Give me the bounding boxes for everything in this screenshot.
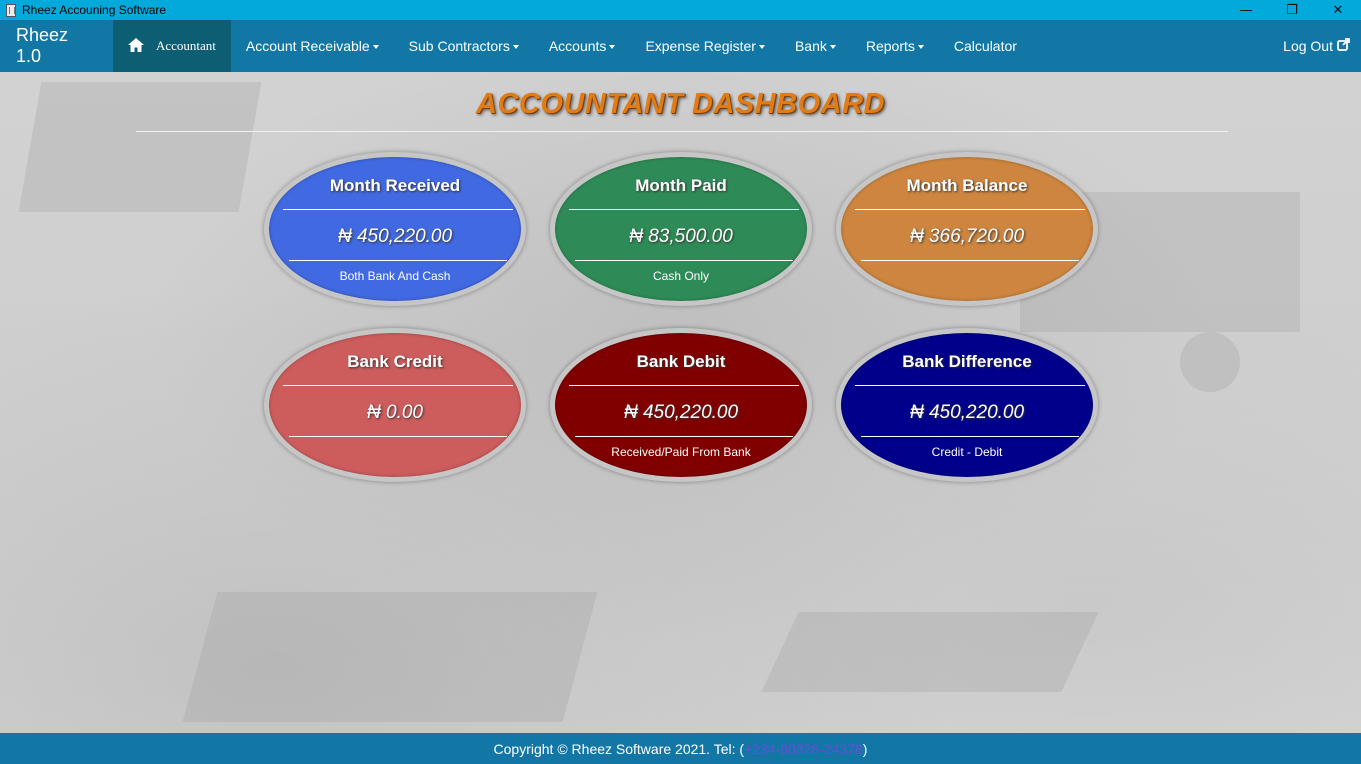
nav-accounts[interactable]: Accounts [534,20,631,72]
caret-down-icon [512,45,519,49]
card-divider [283,385,513,386]
nav-label: Sub Contractors [408,38,510,54]
card-value: ₦ 450,220.00 [909,402,1025,423]
nav-calculator[interactable]: Calculator [939,20,1032,72]
nav-expense-register[interactable]: Expense Register [630,20,780,72]
card-bank-difference[interactable]: Bank Difference ₦ 450,220.00 Credit - De… [836,328,1098,482]
footer-copyright: Copyright © Rheez Software 2021. Tel: ( [493,740,745,757]
card-value: ₦ 0.00 [367,402,423,423]
nav-label: Reports [865,38,915,54]
nav-home-accountant[interactable]: Accountant [113,20,231,72]
close-button[interactable]: ✕ [1315,0,1361,20]
card-title: Month Paid [635,176,727,195]
window-title: Rheez Accouning Software [22,3,167,17]
nav-label: Account Receivable [245,38,370,54]
card-value: ₦ 83,500.00 [629,226,733,247]
window-titlebar: Rheez Accouning Software — ❐ ✕ [0,0,1361,20]
footer: Copyright © Rheez Software 2021. Tel: (+… [0,733,1361,764]
card-divider [569,209,799,210]
card-value: ₦ 450,220.00 [623,402,739,423]
card-month-paid[interactable]: Month Paid ₦ 83,500.00 Cash Only [550,152,812,306]
card-divider [289,436,507,437]
card-title: Bank Credit [347,352,443,371]
nav-sub-contractors[interactable]: Sub Contractors [394,20,534,72]
card-divider [855,209,1085,210]
card-divider [855,385,1085,386]
card-divider [283,209,513,210]
home-icon [128,37,144,55]
caret-down-icon [829,45,836,49]
nav-bank[interactable]: Bank [780,20,851,72]
nav-account-receivable[interactable]: Account Receivable [231,20,394,72]
card-subtitle: Both Bank And Cash [339,269,451,283]
window-controls: — ❐ ✕ [1223,0,1361,20]
card-bank-credit[interactable]: Bank Credit ₦ 0.00 [264,328,526,482]
card-bank-debit[interactable]: Bank Debit ₦ 450,220.00 Received/Paid Fr… [550,328,812,482]
card-divider [575,436,793,437]
card-month-balance[interactable]: Month Balance ₦ 366,720.00 [836,152,1098,306]
app-icon [6,3,16,17]
card-value: ₦ 366,720.00 [909,226,1025,247]
caret-down-icon [917,45,924,49]
logout-label: Log Out [1283,38,1333,54]
nav-label: Accounts [548,38,607,54]
card-title: Month Received [329,176,461,195]
nav-label: Calculator [953,38,1017,54]
card-subtitle: Cash Only [652,269,710,283]
card-subtitle: Credit - Debit [931,445,1003,459]
minimize-button[interactable]: — [1223,0,1269,20]
card-divider [861,436,1079,437]
footer-suffix: ) [862,740,868,757]
logout-button[interactable]: Log Out [1268,20,1361,72]
card-subtitle: Received/Paid From Bank [611,445,751,459]
main-navbar: Rheez 1.0 Accountant Account Receivable … [0,20,1361,72]
card-title: Bank Difference [902,352,1032,371]
title-divider [136,131,1228,132]
card-divider [861,260,1079,261]
caret-down-icon [609,45,616,49]
caret-down-icon [372,45,379,49]
nav-label: Bank [794,38,827,54]
footer-phone-link[interactable]: +234-80328-24378 [744,741,863,757]
card-value: ₦ 450,220.00 [337,226,453,247]
restore-button[interactable]: ❐ [1269,0,1315,20]
card-divider [569,385,799,386]
caret-down-icon [758,45,765,49]
card-divider [575,260,793,261]
card-month-received[interactable]: Month Received ₦ 450,220.00 Both Bank An… [264,152,526,306]
nav-reports[interactable]: Reports [851,20,939,72]
card-title: Month Balance [906,176,1028,195]
nav-label: Expense Register [645,38,756,54]
card-divider [289,260,507,261]
brand-link[interactable]: Rheez 1.0 [0,20,113,72]
nav-home-label: Accountant [156,38,216,53]
external-link-icon [1337,38,1350,54]
dashboard-title: ACCOUNTANT DASHBOARD [476,88,885,120]
card-title: Bank Debit [636,352,726,371]
